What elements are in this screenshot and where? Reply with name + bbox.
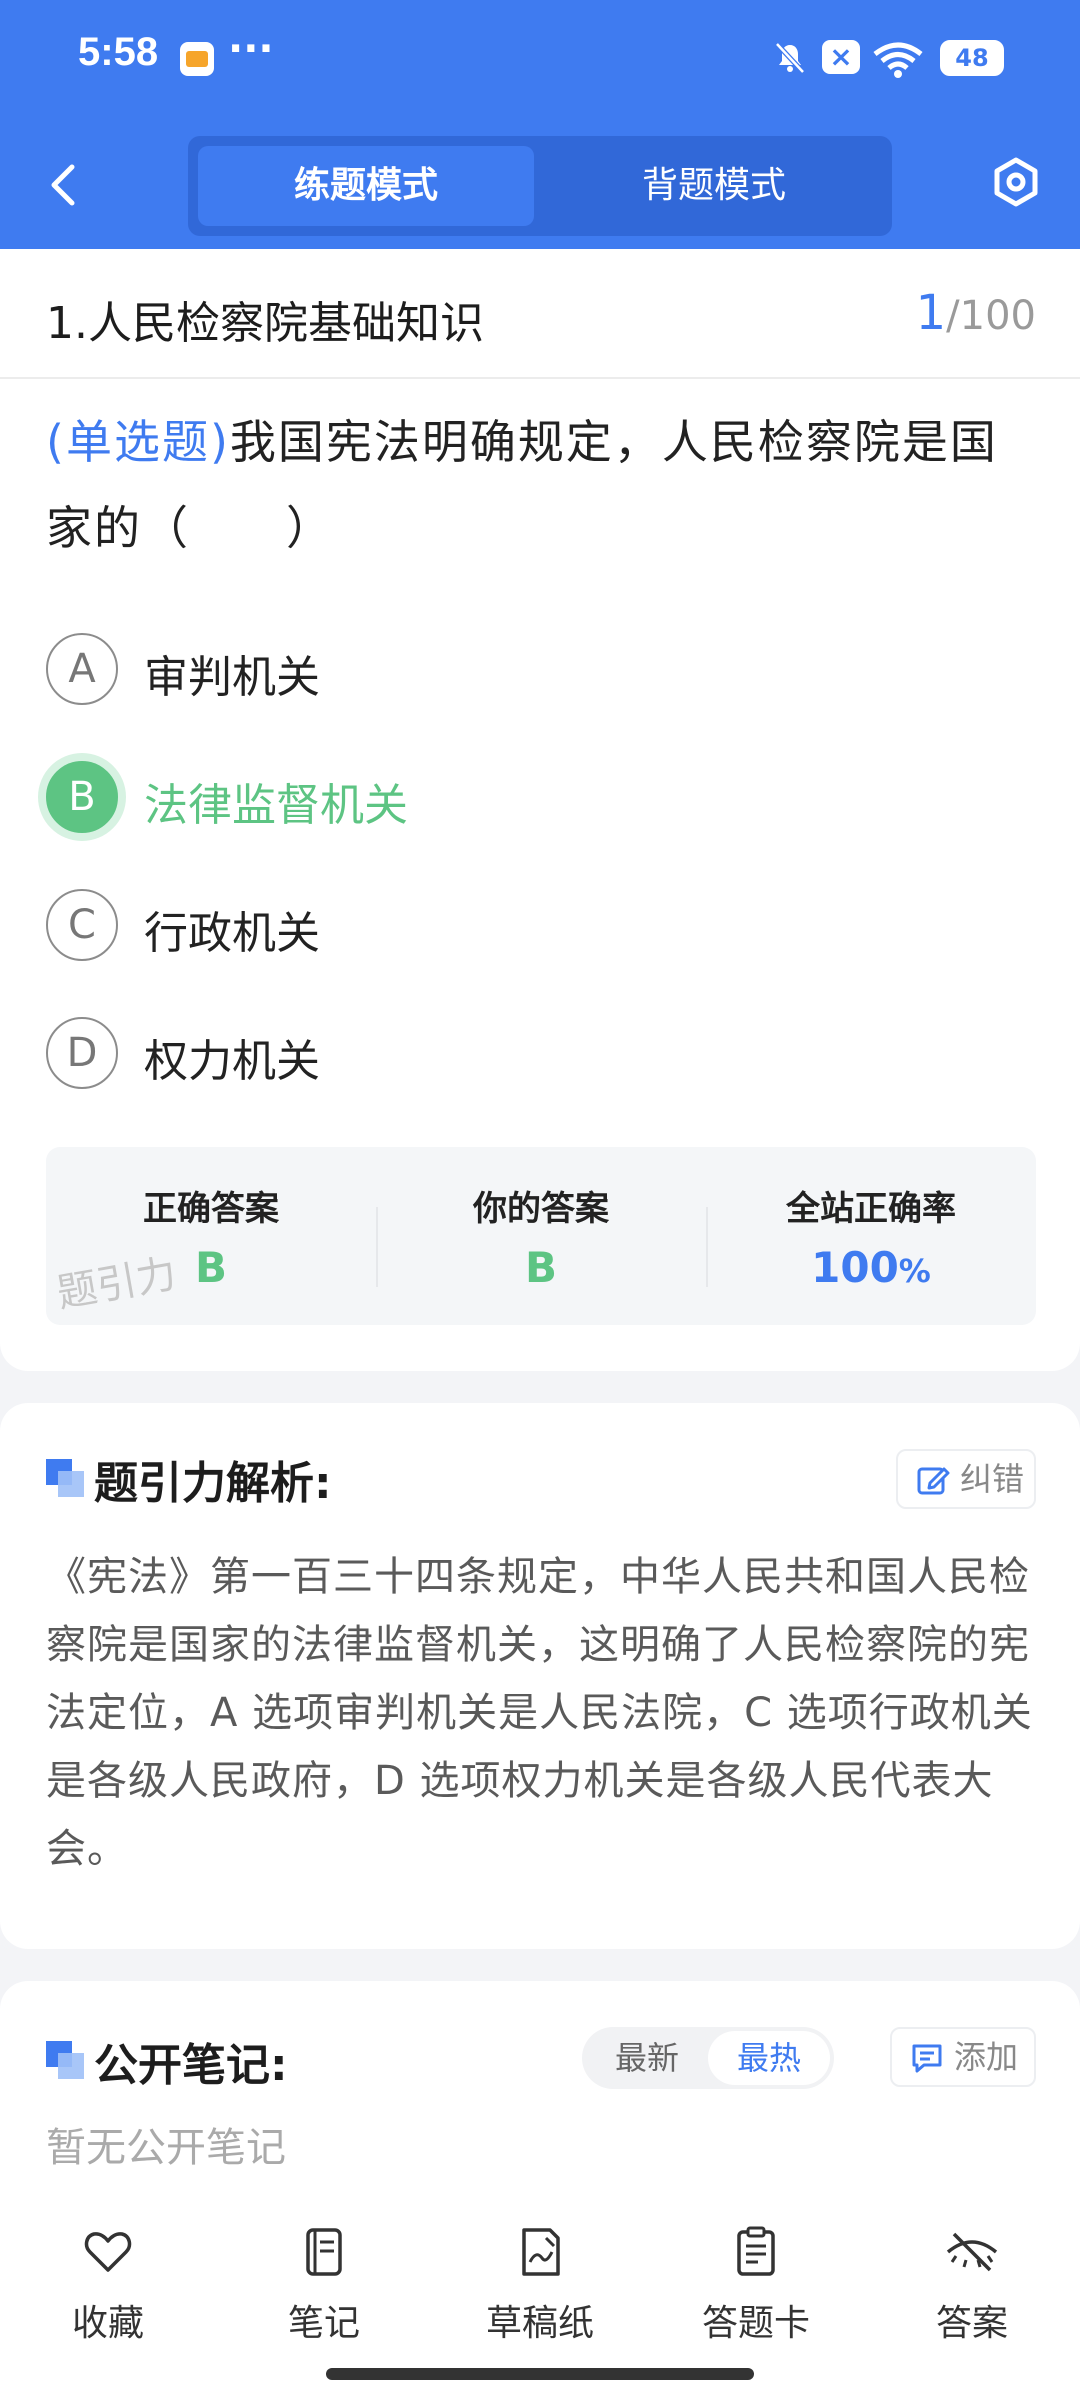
draft-paper-button[interactable]: 草稿纸 [460, 2224, 620, 2354]
analysis-card: 题引力解析: 纠错 《宪法》第一百三十四条规定，中华人民共和国人民检察院是国家的… [0, 1403, 1080, 1949]
answer-sheet-button[interactable]: 答题卡 [676, 2224, 836, 2354]
sort-latest[interactable]: 最新 [586, 2031, 708, 2085]
accuracy-unit: % [898, 1252, 931, 1290]
option-text: 权力机关 [144, 1036, 320, 1087]
bell-muted-icon [775, 42, 805, 74]
analysis-text: 《宪法》第一百三十四条规定，中华人民共和国人民检察院是国家的法律监督机关，这明确… [46, 1554, 1033, 1872]
home-indicator[interactable] [326, 2368, 754, 2380]
battery-icon: 48 [940, 40, 1004, 76]
favorite-label: 收藏 [71, 2303, 144, 2344]
option-letter: D [46, 1017, 118, 1089]
question-type-tag: (单选题) [46, 415, 230, 469]
analysis-title: 题引力解析: [94, 1458, 332, 1509]
status-time: 5:58 [78, 30, 159, 74]
report-error-label: 纠错 [960, 1460, 1025, 1498]
draft-paper-icon [522, 2228, 560, 2276]
notes-button[interactable]: 笔记 [244, 2224, 404, 2354]
option-a[interactable]: A 审判机关 [46, 629, 1026, 709]
notes-title: 公开笔记: [94, 2040, 288, 2091]
section-title: 1.人民检察院基础知识 [46, 298, 484, 349]
current-index: 1 [915, 285, 947, 341]
option-letter: B [46, 761, 118, 833]
site-accuracy-label: 全站正确率 [786, 1189, 956, 1229]
accuracy-number: 100 [811, 1243, 899, 1292]
empty-notes-text: 暂无公开笔记 [46, 2125, 286, 2171]
answer-summary: 正确答案 B 你的答案 B 全站正确率 100% 题引力 [46, 1147, 1036, 1325]
tab-practice-mode[interactable]: 练题模式 [198, 146, 534, 226]
notebook-icon [306, 2228, 342, 2276]
heart-icon [84, 2232, 132, 2272]
comment-icon [912, 2044, 942, 2073]
option-text: 法律监督机关 [144, 780, 408, 831]
settings-icon[interactable] [986, 152, 1046, 212]
site-accuracy: 全站正确率 100% [706, 1147, 1036, 1325]
section-square-icon [46, 2041, 84, 2079]
eye-off-icon [946, 2232, 998, 2272]
answer-sheet-label: 答题卡 [701, 2303, 810, 2344]
status-bar: 5:58 ··· × 48 [0, 0, 1080, 120]
tab-memorize-mode[interactable]: 背题模式 [546, 146, 882, 226]
option-letter: A [46, 633, 118, 705]
show-answer-label: 答案 [935, 2303, 1008, 2344]
sort-hottest[interactable]: 最热 [708, 2031, 830, 2085]
notes-label: 笔记 [287, 2303, 360, 2344]
total-count: /100 [946, 293, 1036, 339]
more-notifications-icon: ··· [228, 26, 274, 72]
option-text: 行政机关 [144, 908, 320, 959]
option-c[interactable]: C 行政机关 [46, 885, 1026, 965]
notification-close-icon: × [822, 40, 860, 74]
your-answer: 你的答案 B [376, 1147, 706, 1325]
add-note-button[interactable]: 添加 [890, 2027, 1036, 2087]
mode-switch: 练题模式 背题模式 [188, 136, 892, 236]
your-answer-label: 你的答案 [473, 1189, 609, 1229]
wallet-app-icon [180, 42, 214, 76]
draft-paper-label: 草稿纸 [485, 2303, 594, 2344]
site-accuracy-value: 100% [706, 1243, 1036, 1292]
report-error-button[interactable]: 纠错 [896, 1449, 1036, 1509]
answer-sheet-icon [737, 2226, 775, 2276]
question-header: 1.人民检察院基础知识 1/100 [0, 249, 1080, 379]
section-square-icon [46, 1459, 84, 1497]
back-chevron-icon[interactable] [40, 155, 90, 215]
wifi-icon [873, 42, 923, 78]
favorite-button[interactable]: 收藏 [28, 2224, 188, 2354]
edit-icon [917, 1467, 950, 1495]
option-b[interactable]: B 法律监督机关 [46, 757, 1026, 837]
app-header: 5:58 ··· × 48 练题模式 背题模式 [0, 0, 1080, 249]
notes-sort-toggle: 最新 最热 [582, 2027, 834, 2089]
show-answer-button[interactable]: 答案 [892, 2224, 1052, 2354]
option-letter: C [46, 889, 118, 961]
option-d[interactable]: D 权力机关 [46, 1013, 1026, 1093]
your-answer-value: B [524, 1243, 557, 1292]
question-card: 1.人民检察院基础知识 1/100 (单选题)我国宪法明确规定，人民检察院是国家… [0, 249, 1080, 1371]
question-progress: 1/100 [916, 285, 1036, 341]
option-text: 审判机关 [144, 652, 320, 703]
correct-answer-label: 正确答案 [143, 1189, 279, 1229]
question-stem: (单选题)我国宪法明确规定，人民检察院是国家的（ ） [46, 399, 1036, 571]
add-note-label: 添加 [954, 2038, 1019, 2076]
